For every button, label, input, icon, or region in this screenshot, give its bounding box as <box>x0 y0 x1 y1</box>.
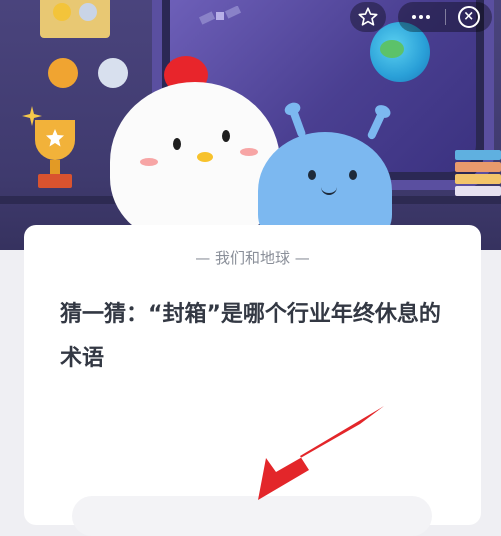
red-arrow-annotation <box>258 406 384 500</box>
